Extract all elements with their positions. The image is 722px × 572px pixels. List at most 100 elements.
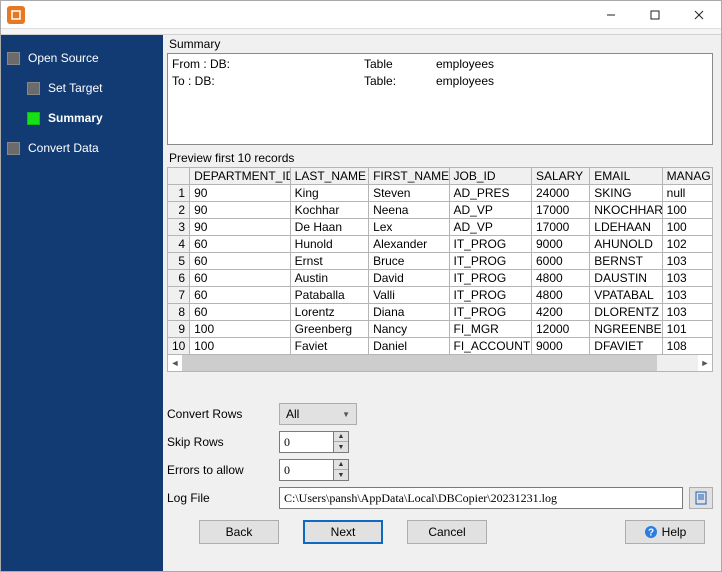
table-cell: IT_PROG — [449, 270, 531, 287]
table-row[interactable]: 390De HaanLexAD_VP17000LDEHAAN100 — [168, 219, 713, 236]
table-row[interactable]: 660AustinDavidIT_PROG4800DAUSTIN103 — [168, 270, 713, 287]
log-file-label: Log File — [167, 491, 279, 505]
table-cell: 101 — [662, 321, 712, 338]
scroll-right-arrow-icon[interactable]: ► — [698, 355, 712, 371]
table-cell: 60 — [190, 253, 291, 270]
table-cell: Faviet — [290, 338, 368, 355]
scroll-thumb[interactable] — [182, 355, 657, 371]
help-icon: ? — [644, 525, 658, 539]
row-number: 6 — [168, 270, 190, 287]
options-form: Convert Rows All ▼ Skip Rows ▲ ▼ Errors … — [167, 400, 713, 512]
nav-open-source[interactable]: Open Source — [1, 45, 163, 71]
spinner-down-icon[interactable]: ▼ — [334, 470, 348, 480]
summary-box: From : DB: Table employees To : DB: Tabl… — [167, 53, 713, 145]
table-cell: null — [662, 185, 712, 202]
maximize-button[interactable] — [633, 1, 677, 29]
table-cell: VPATABAL — [590, 287, 662, 304]
nav-set-target[interactable]: Set Target — [1, 75, 163, 101]
step-icon — [7, 142, 20, 155]
table-row[interactable]: 10100FavietDanielFI_ACCOUNT9000DFAVIET10… — [168, 338, 713, 355]
nav-convert-data[interactable]: Convert Data — [1, 135, 163, 161]
table-cell: 4800 — [531, 287, 589, 304]
wizard-actions: Back Next Cancel ? Help — [167, 512, 713, 546]
table-cell: King — [290, 185, 368, 202]
back-button[interactable]: Back — [199, 520, 279, 544]
row-number: 1 — [168, 185, 190, 202]
errors-spinner[interactable]: ▲ ▼ — [333, 459, 349, 481]
log-file-input[interactable] — [279, 487, 683, 509]
column-header[interactable]: FIRST_NAME — [369, 168, 449, 185]
column-header[interactable]: DEPARTMENT_ID — [190, 168, 291, 185]
row-number: 7 — [168, 287, 190, 304]
table-cell: 103 — [662, 253, 712, 270]
column-header[interactable]: SALARY — [531, 168, 589, 185]
errors-allow-input[interactable] — [279, 459, 333, 481]
table-cell: Diana — [369, 304, 449, 321]
table-cell: Bruce — [369, 253, 449, 270]
main-panel: Summary From : DB: Table employees To : … — [163, 35, 721, 571]
table-row[interactable]: 560ErnstBruceIT_PROG6000BERNST103 — [168, 253, 713, 270]
table-cell: 17000 — [531, 219, 589, 236]
table-row[interactable]: 290KochharNeenaAD_VP17000NKOCHHAR100 — [168, 202, 713, 219]
skip-rows-input[interactable] — [279, 431, 333, 453]
table-cell: 60 — [190, 304, 291, 321]
table-cell: Steven — [369, 185, 449, 202]
step-icon — [27, 82, 40, 95]
table-cell: IT_PROG — [449, 287, 531, 304]
table-cell: BERNST — [590, 253, 662, 270]
table-cell: 9000 — [531, 236, 589, 253]
table-row[interactable]: 460HunoldAlexanderIT_PROG9000AHUNOLD102 — [168, 236, 713, 253]
table-row[interactable]: 860LorentzDianaIT_PROG4200DLORENTZ103 — [168, 304, 713, 321]
convert-rows-dropdown[interactable]: All ▼ — [279, 403, 357, 425]
table-cell: Daniel — [369, 338, 449, 355]
table-cell: Lex — [369, 219, 449, 236]
cancel-button[interactable]: Cancel — [407, 520, 487, 544]
scroll-track[interactable] — [182, 355, 698, 371]
close-button[interactable] — [677, 1, 721, 29]
table-cell: 90 — [190, 202, 291, 219]
spinner-up-icon[interactable]: ▲ — [334, 460, 348, 470]
table-cell: 102 — [662, 236, 712, 253]
column-header[interactable]: JOB_ID — [449, 168, 531, 185]
minimize-button[interactable] — [589, 1, 633, 29]
table-cell: Alexander — [369, 236, 449, 253]
nav-summary[interactable]: Summary — [1, 105, 163, 131]
row-number: 9 — [168, 321, 190, 338]
column-header[interactable]: EMAIL — [590, 168, 662, 185]
summary-title: Summary — [167, 35, 713, 53]
horizontal-scrollbar[interactable]: ◄ ► — [167, 355, 713, 372]
preview-title: Preview first 10 records — [167, 149, 713, 167]
table-row[interactable]: 760PataballaValliIT_PROG4800VPATABAL103 — [168, 287, 713, 304]
step-icon — [7, 52, 20, 65]
table-cell: David — [369, 270, 449, 287]
step-icon — [27, 112, 40, 125]
button-label: Cancel — [428, 525, 465, 539]
table-cell: IT_PROG — [449, 253, 531, 270]
spinner-down-icon[interactable]: ▼ — [334, 442, 348, 452]
table-cell: 60 — [190, 236, 291, 253]
row-number: 3 — [168, 219, 190, 236]
table-cell: Lorentz — [290, 304, 368, 321]
help-button[interactable]: ? Help — [625, 520, 705, 544]
table-row[interactable]: 190KingStevenAD_PRES24000SKINGnull — [168, 185, 713, 202]
browse-log-button[interactable] — [689, 487, 713, 509]
table-cell: 103 — [662, 287, 712, 304]
spinner-up-icon[interactable]: ▲ — [334, 432, 348, 442]
table-cell: NKOCHHAR — [590, 202, 662, 219]
row-number: 2 — [168, 202, 190, 219]
column-header[interactable]: MANAG — [662, 168, 712, 185]
table-cell: Ernst — [290, 253, 368, 270]
table-cell: 100 — [190, 338, 291, 355]
table-cell: 60 — [190, 270, 291, 287]
summary-to-table-value: employees — [436, 73, 494, 90]
skip-rows-spinner[interactable]: ▲ ▼ — [333, 431, 349, 453]
next-button[interactable]: Next — [303, 520, 383, 544]
table-row[interactable]: 9100GreenbergNancyFI_MGR12000NGREENBE101 — [168, 321, 713, 338]
table-cell: 9000 — [531, 338, 589, 355]
chevron-down-icon: ▼ — [342, 410, 350, 419]
table-cell: Pataballa — [290, 287, 368, 304]
scroll-left-arrow-icon[interactable]: ◄ — [168, 355, 182, 371]
column-header[interactable]: LAST_NAME — [290, 168, 368, 185]
table-cell: AD_PRES — [449, 185, 531, 202]
button-label: Help — [662, 525, 687, 539]
